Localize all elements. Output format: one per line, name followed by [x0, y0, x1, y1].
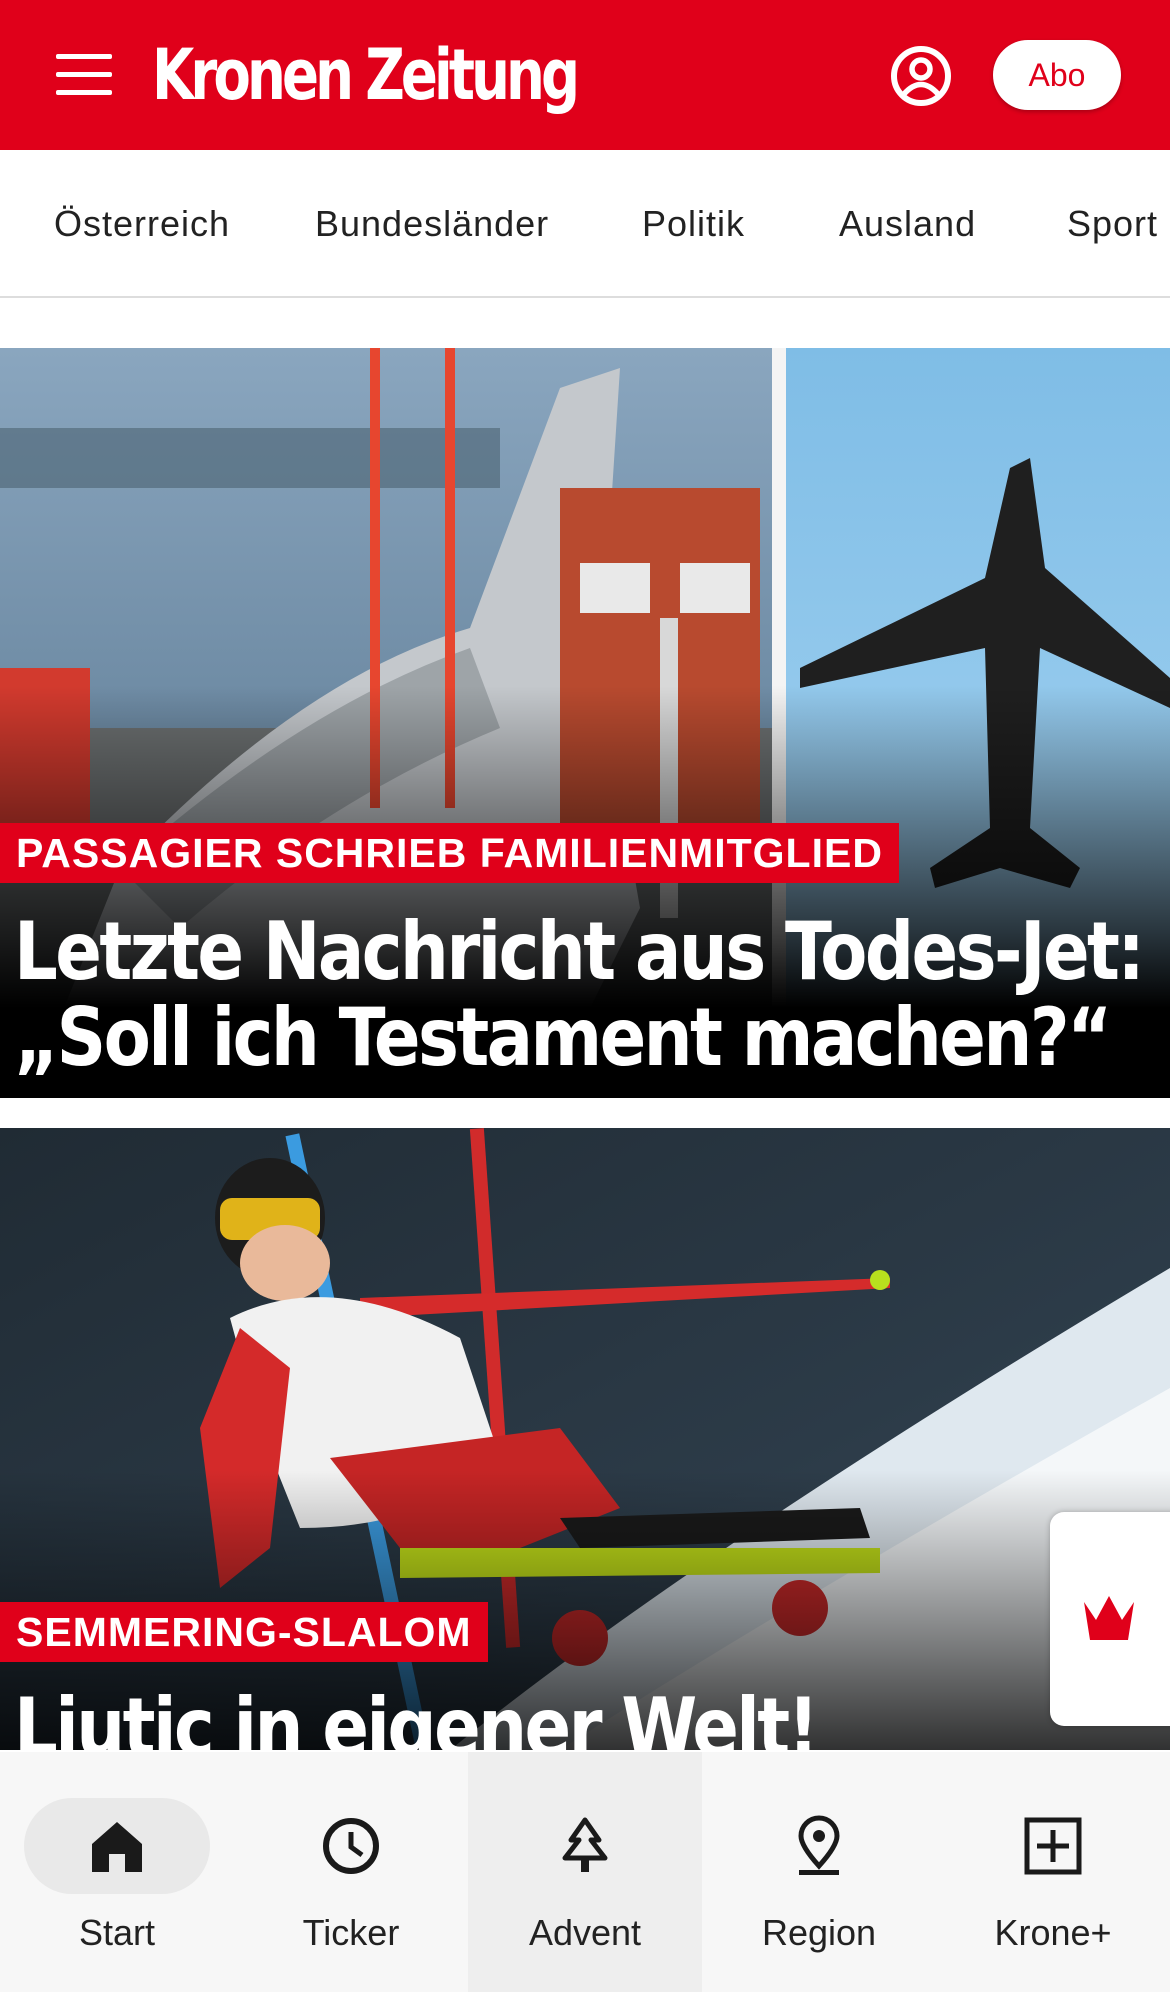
article-kicker: SEMMERING-SLALOM [0, 1602, 488, 1662]
abo-button[interactable]: Abo [993, 40, 1121, 110]
bottom-nav-krone-plus[interactable]: Krone+ [936, 1752, 1170, 1992]
bottom-nav-label: Region [761, 1912, 877, 1953]
article-headline-line1: Ljutic in eigener Welt! [14, 1681, 819, 1751]
location-pin-icon [798, 1815, 840, 1875]
home-icon [92, 1822, 142, 1872]
clock-icon [323, 1818, 379, 1874]
article-headline-line1: Letzte Nachricht aus Todes-Jet: [14, 905, 1145, 998]
hamburger-menu-icon[interactable] [56, 52, 112, 98]
krone-floating-button[interactable] [1050, 1512, 1170, 1726]
bottom-nav-start[interactable]: Start [0, 1752, 234, 1992]
nav-item-sport[interactable]: Sport [1067, 150, 1158, 296]
nav-item-bundeslaender[interactable]: Bundesländer [315, 150, 549, 296]
app-logo[interactable]: Kronen Zeitung [152, 30, 580, 120]
bottom-nav-label: Krone+ [994, 1912, 1112, 1953]
article-kicker: PASSAGIER SCHRIEB FAMILIENMITGLIED [0, 823, 899, 883]
nav-item-ausland[interactable]: Ausland [839, 150, 976, 296]
nav-item-oesterreich[interactable]: Österreich [54, 150, 230, 296]
bottom-nav-label: Ticker [302, 1912, 400, 1953]
krone-crown-icon [1084, 1596, 1134, 1640]
christmas-tree-icon [562, 1817, 608, 1872]
article-card-plane-crash[interactable]: PASSAGIER SCHRIEB FAMILIENMITGLIED Letzt… [0, 348, 1170, 1098]
bottom-navigation: Start Ticker Advent Region Krone+ [0, 1752, 1170, 1992]
bottom-nav-ticker[interactable]: Ticker [234, 1752, 468, 1992]
nav-item-politik[interactable]: Politik [642, 150, 745, 296]
bottom-nav-advent[interactable]: Advent [468, 1752, 702, 1992]
plus-box-icon [1024, 1817, 1082, 1875]
category-nav: Österreich Bundesländer Politik Ausland … [0, 150, 1170, 298]
app-header: Kronen Zeitung Abo [0, 0, 1170, 150]
bottom-nav-region[interactable]: Region [702, 1752, 936, 1992]
bottom-nav-label: Start [78, 1912, 156, 1953]
article-card-slalom[interactable]: SEMMERING-SLALOM Ljutic in eigener Welt! [0, 1128, 1170, 1750]
article-headline-line2: „Soll ich Testament machen?“ [14, 991, 1112, 1084]
user-account-icon[interactable] [890, 45, 952, 107]
bottom-nav-label: Advent [528, 1912, 642, 1953]
